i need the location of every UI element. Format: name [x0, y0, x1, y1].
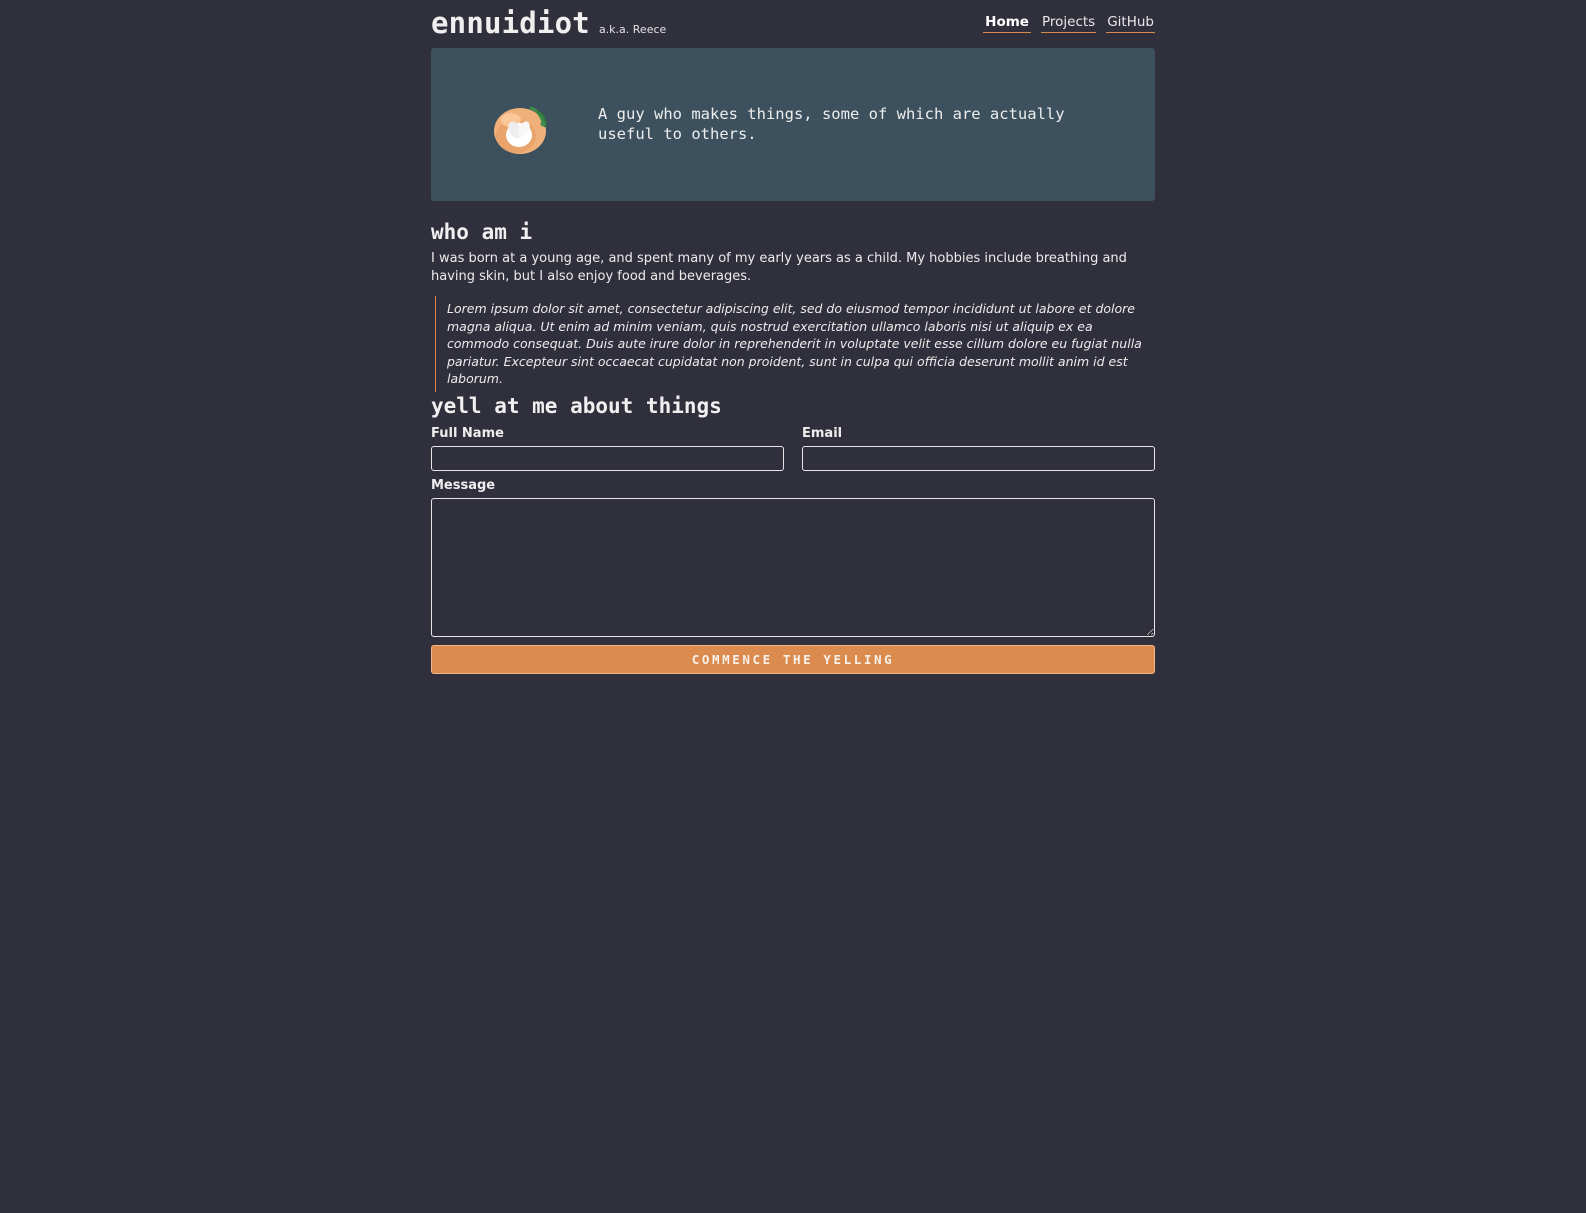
email-label: Email: [802, 426, 843, 441]
main-nav: Home Projects GitHub: [983, 14, 1155, 33]
email-input[interactable]: [802, 446, 1155, 471]
hero-banner: A guy who makes things, some of which ar…: [431, 48, 1155, 201]
brand: ennuidiot a.k.a. Reece: [431, 6, 666, 40]
full-name-label: Full Name: [431, 426, 504, 441]
contact-heading: yell at me about things: [431, 394, 722, 418]
hero-tagline: A guy who makes things, some of which ar…: [598, 105, 1065, 143]
full-name-input[interactable]: [431, 446, 784, 471]
peach-egg-avatar-icon: [494, 106, 547, 154]
site-header: ennuidiot a.k.a. Reece Home Projects Git…: [431, 0, 1155, 48]
page-container: ennuidiot a.k.a. Reece Home Projects Git…: [431, 0, 1155, 674]
nav-projects-link[interactable]: Projects: [1040, 14, 1097, 33]
about-paragraph: I was born at a young age, and spent man…: [431, 251, 1127, 284]
about-quote: Lorem ipsum dolor sit amet, consectetur …: [435, 296, 1153, 392]
nav-home-link[interactable]: Home: [983, 14, 1031, 33]
about-heading: who am i: [431, 220, 533, 244]
message-textarea[interactable]: [431, 498, 1155, 637]
brand-name[interactable]: ennuidiot: [431, 6, 590, 40]
message-label: Message: [431, 478, 496, 493]
submit-button[interactable]: COMMENCE THE YELLING: [431, 645, 1155, 674]
nav-github-link[interactable]: GitHub: [1106, 14, 1155, 33]
brand-aka: a.k.a. Reece: [598, 23, 667, 36]
